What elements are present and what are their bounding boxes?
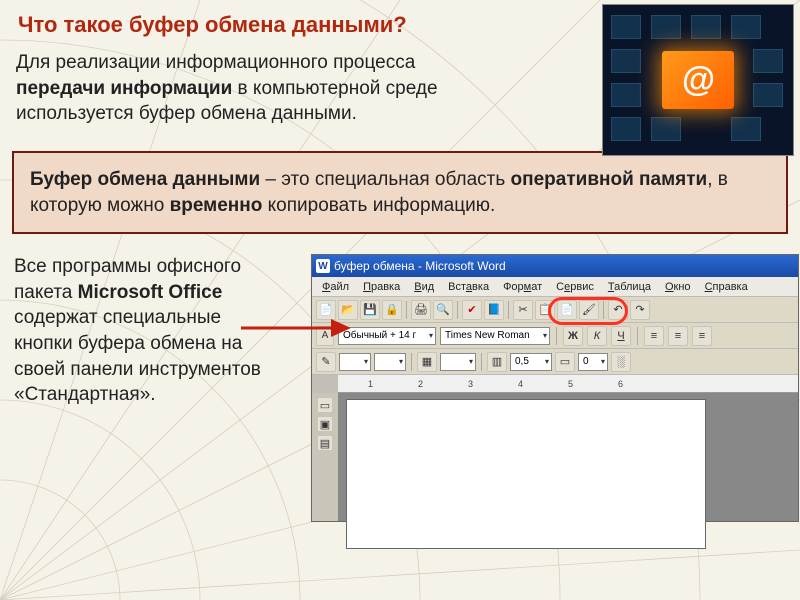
paste-button[interactable]: 📄: [557, 300, 577, 320]
formatting-toolbar: A Обычный + 14 г Times New Roman Ж К Ч ≡…: [312, 323, 798, 349]
menu-tools[interactable]: Сервис: [550, 279, 600, 295]
menu-file[interactable]: Файл: [316, 279, 355, 295]
word-window: W буфер обмена - Microsoft Word Файл Пра…: [311, 254, 799, 522]
intro-paragraph: Для реализации информационного процесса …: [0, 44, 500, 137]
font-combo[interactable]: Times New Roman: [440, 327, 550, 345]
print-button[interactable]: 🖨: [411, 300, 431, 320]
menu-view[interactable]: Вид: [408, 279, 440, 295]
redo-button[interactable]: ↷: [630, 300, 650, 320]
intro-text-bold: передачи информации: [16, 78, 232, 99]
def-p1: – это специальная область: [260, 169, 510, 190]
def-b3: временно: [170, 195, 263, 216]
ruler[interactable]: 1 2 3 4 5 6: [338, 375, 798, 393]
research-button[interactable]: 📘: [484, 300, 504, 320]
shading-button[interactable]: ░: [611, 352, 631, 372]
save-button[interactable]: 💾: [360, 300, 380, 320]
menu-edit[interactable]: Правка: [357, 279, 406, 295]
separator: [556, 327, 557, 345]
menu-window[interactable]: Окно: [659, 279, 697, 295]
document-page[interactable]: [346, 399, 706, 549]
def-b2: оперативной памяти: [511, 169, 708, 190]
separator: [481, 353, 482, 371]
columns-button[interactable]: ▥: [487, 352, 507, 372]
toolbar3-combo2[interactable]: [374, 353, 406, 371]
word-titlebar: W буфер обмена - Microsoft Word: [312, 255, 798, 277]
italic-button[interactable]: К: [587, 326, 607, 346]
extra-toolbar: ✎ ▦ ▥ 0,5 ▭ 0 ░: [312, 349, 798, 375]
word-title-text: буфер обмена - Microsoft Word: [334, 259, 506, 273]
separator: [457, 301, 458, 319]
standard-toolbar: 📄 📂 💾 🔒 🖨 🔍 ✔ 📘 ✂ 📋 📄 🖌 ↶: [312, 297, 798, 323]
toolbar3-combo3[interactable]: [440, 353, 476, 371]
copy-button[interactable]: 📋: [535, 300, 555, 320]
draw-button[interactable]: ✎: [316, 352, 336, 372]
decorative-image-network: @: [602, 4, 794, 156]
spacing-combo[interactable]: 0,5: [510, 353, 552, 371]
separator: [411, 353, 412, 371]
separator: [508, 301, 509, 319]
menu-format[interactable]: Формат: [497, 279, 548, 295]
bold-button[interactable]: Ж: [563, 326, 583, 346]
intro-text-pre: Для реализации информационного процесса: [16, 52, 415, 73]
align-right-button[interactable]: ≡: [692, 326, 712, 346]
at-sign-icon: @: [662, 51, 734, 109]
align-left-button[interactable]: ≡: [644, 326, 664, 346]
word-menubar: Файл Правка Вид Вставка Формат Сервис Та…: [312, 277, 798, 297]
menu-insert[interactable]: Вставка: [442, 279, 495, 295]
document-canvas[interactable]: [338, 393, 798, 521]
undo-button[interactable]: ↶: [608, 300, 628, 320]
view-buttons-gutter: ▭ ▣ ▤: [312, 393, 338, 521]
arrow-icon: [241, 314, 351, 342]
toolbar3-combo1[interactable]: [339, 353, 371, 371]
table-button[interactable]: ▦: [417, 352, 437, 372]
style-combo[interactable]: Обычный + 14 г: [338, 327, 436, 345]
separator: [406, 301, 407, 319]
menu-table[interactable]: Таблица: [602, 279, 657, 295]
word-screenshot: W буфер обмена - Microsoft Word Файл Пра…: [289, 254, 796, 522]
office-paragraph: Все программы офисного пакета Microsoft …: [14, 254, 279, 522]
separator: [637, 327, 638, 345]
indent-combo[interactable]: 0: [578, 353, 608, 371]
word-app-icon: W: [316, 259, 330, 273]
permission-button[interactable]: 🔒: [382, 300, 402, 320]
border-button[interactable]: ▭: [555, 352, 575, 372]
print-view-button[interactable]: ▤: [317, 435, 333, 451]
web-view-button[interactable]: ▣: [317, 416, 333, 432]
def-b1: Буфер обмена данными: [30, 169, 260, 190]
menu-help[interactable]: Справка: [699, 279, 754, 295]
align-center-button[interactable]: ≡: [668, 326, 688, 346]
normal-view-button[interactable]: ▭: [317, 397, 333, 413]
underline-button[interactable]: Ч: [611, 326, 631, 346]
para3-bold: Microsoft Office: [78, 282, 223, 303]
format-painter-button[interactable]: 🖌: [579, 300, 599, 320]
para3-post: содержат специальные кнопки буфера обмен…: [14, 307, 261, 405]
def-p3: копировать информацию.: [262, 195, 495, 216]
definition-box: Буфер обмена данными – это специальная о…: [12, 151, 788, 234]
cut-button[interactable]: ✂: [513, 300, 533, 320]
separator: [603, 301, 604, 319]
preview-button[interactable]: 🔍: [433, 300, 453, 320]
spellcheck-button[interactable]: ✔: [462, 300, 482, 320]
